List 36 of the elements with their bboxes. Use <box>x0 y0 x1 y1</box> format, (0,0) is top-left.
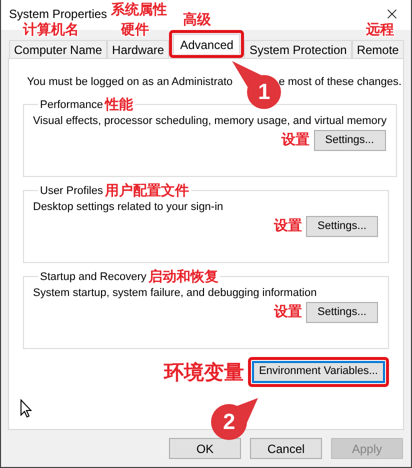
window-title: System Properties <box>9 6 108 22</box>
callout-number: 2 <box>223 411 236 433</box>
settings-button[interactable]: Settings... <box>314 130 386 150</box>
annotation-label: 高级 <box>183 12 212 28</box>
annotation-label: 远程 <box>366 22 394 38</box>
notice-text: e most of these changes. <box>278 75 402 90</box>
group-title: Startup and Recovery <box>40 270 146 284</box>
dialog-button[interactable]: OK <box>169 438 241 459</box>
cursor-icon <box>20 399 32 418</box>
dialog-button[interactable]: Cancel <box>250 438 322 459</box>
annotation-label: 硬件 <box>121 22 150 38</box>
annotation-label: 计算机名 <box>23 22 79 38</box>
notice-text: You must be logged on as an Administrato <box>27 75 233 90</box>
group-description: Visual effects, processor scheduling, memory usage, and virtual memory <box>33 114 387 129</box>
settings-button[interactable]: Settings... <box>306 216 378 236</box>
group-description: System startup, system failure, and debugging information <box>33 286 318 301</box>
annotation-label: 性能 <box>104 98 133 112</box>
group-title: Performance <box>40 98 103 112</box>
tab[interactable]: Computer Name <box>9 40 108 58</box>
settings-button[interactable]: Settings... <box>306 302 378 322</box>
environment-variables-button[interactable]: Environment Variables... <box>252 360 385 382</box>
annotation-label: 系统属性 <box>111 3 168 17</box>
callout-pin <box>231 60 283 110</box>
annotation-label: 环境变量 <box>164 362 244 382</box>
tab[interactable]: Remote <box>352 40 404 58</box>
annotation-label: 设置 <box>274 219 302 233</box>
tab[interactable]: Hardware <box>107 40 170 58</box>
tab[interactable]: System Protection <box>244 40 352 58</box>
callout-number: 1 <box>258 81 270 103</box>
tab[interactable]: Advanced <box>173 34 240 54</box>
group-title: User Profiles <box>40 184 103 198</box>
annotation-label: 设置 <box>282 133 310 147</box>
group-description: Desktop settings related to your sign-in <box>33 200 224 215</box>
annotation-label: 用户配置文件 <box>104 184 189 198</box>
annotation-label: 设置 <box>274 305 302 319</box>
annotation-label: 启动和恢复 <box>148 270 218 284</box>
